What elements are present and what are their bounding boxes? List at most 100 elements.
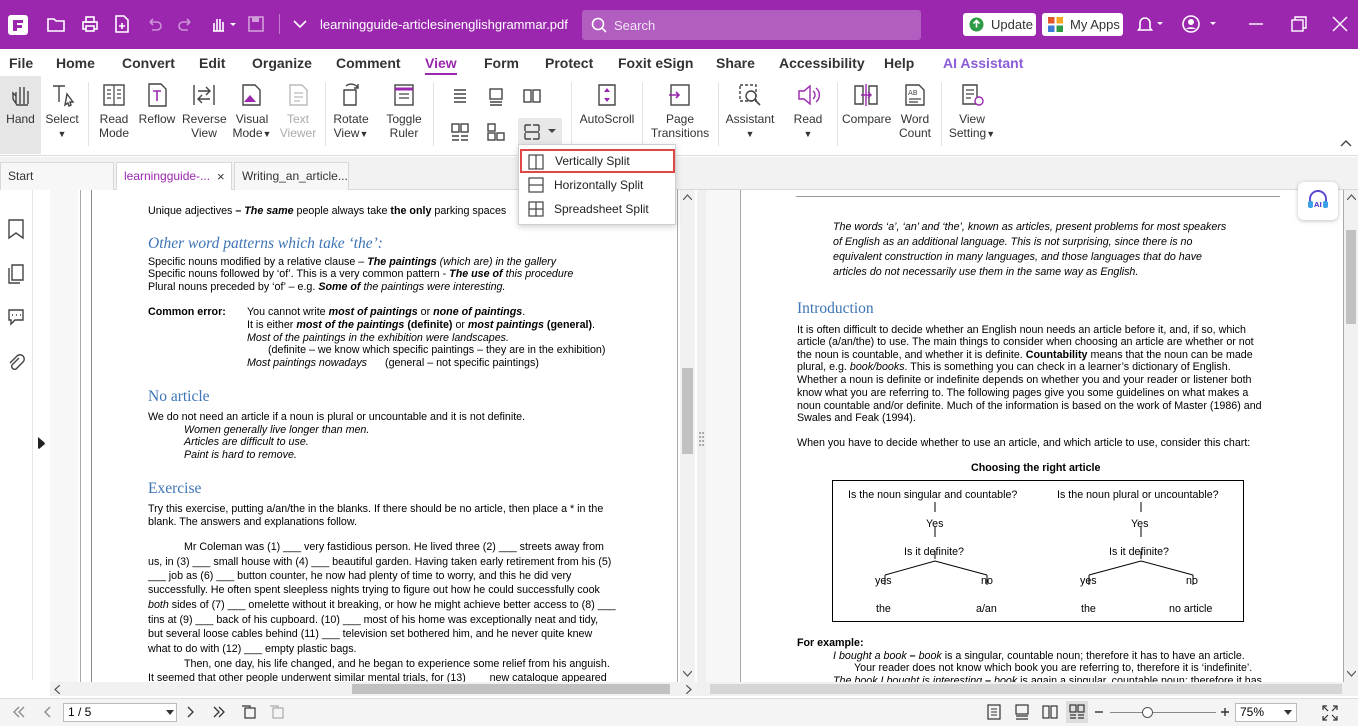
rotate-view-button[interactable]: Rotate View▼	[330, 82, 372, 141]
open-folder-icon[interactable]	[46, 14, 66, 34]
visual-mode-button[interactable]: Visual Mode▼	[230, 82, 274, 141]
attachment-icon[interactable]	[7, 353, 25, 375]
save-icon[interactable]	[246, 14, 266, 34]
scroll-up-arrow-icon[interactable]	[1347, 194, 1356, 200]
menu-home[interactable]: Home	[56, 55, 95, 71]
continuous-page-icon[interactable]	[486, 86, 506, 106]
facing-pages-icon[interactable]	[522, 86, 542, 106]
facing-view-icon[interactable]	[1042, 704, 1058, 720]
h-scroll-thumb[interactable]	[352, 684, 670, 694]
h-scroll-thumb[interactable]	[710, 684, 1342, 694]
print-icon[interactable]	[80, 14, 100, 34]
next-view-icon[interactable]	[268, 704, 286, 720]
hand-tool-icon[interactable]	[208, 14, 238, 34]
update-button[interactable]: Update	[963, 13, 1036, 36]
scroll-up-arrow-icon[interactable]	[683, 194, 692, 200]
redo-icon[interactable]	[176, 14, 196, 34]
tab-writing-an-article[interactable]: Writing_an_article...	[234, 162, 349, 190]
menu-comment[interactable]: Comment	[336, 55, 401, 71]
restore-icon[interactable]	[1289, 14, 1309, 34]
menu-form[interactable]: Form	[484, 55, 519, 71]
view-setting-button[interactable]: View Setting▼	[946, 82, 998, 141]
right-horizontal-scrollbar[interactable]	[706, 682, 1358, 696]
tab-learningguide[interactable]: learningguide-... ×	[116, 162, 232, 191]
menu-accessibility[interactable]: Accessibility	[779, 55, 865, 71]
assistant-button[interactable]: Assistant ▼	[724, 82, 776, 141]
collapse-ribbon-icon[interactable]	[1340, 138, 1352, 148]
toggle-ruler-button[interactable]: Toggle Ruler	[383, 82, 425, 140]
vertically-split-option[interactable]: Vertically Split	[520, 149, 675, 173]
continuous-facing-icon[interactable]	[450, 122, 470, 142]
single-page-view-icon[interactable]	[986, 704, 1002, 720]
scroll-thumb[interactable]	[682, 368, 693, 454]
menu-edit[interactable]: Edit	[199, 55, 225, 71]
word-count-button[interactable]: AB Word Count	[896, 82, 934, 140]
text-viewer-button[interactable]: Text Viewer	[278, 82, 318, 140]
continuous-view-icon[interactable]	[1014, 704, 1030, 720]
scroll-thumb[interactable]	[1346, 230, 1356, 324]
menu-share[interactable]: Share	[716, 55, 755, 71]
exercise-line: us, in (3) ___ small house with (4) ___ …	[148, 556, 612, 568]
thumbnails-icon[interactable]	[7, 263, 25, 285]
previous-view-icon[interactable]	[240, 704, 258, 720]
full-screen-icon[interactable]	[1322, 705, 1338, 721]
split-divider[interactable]	[697, 190, 706, 696]
page-number-field[interactable]: 1 / 5	[63, 703, 177, 722]
zoom-slider-knob[interactable]	[1142, 707, 1153, 718]
menu-ai-assistant[interactable]: AI Assistant	[943, 55, 1023, 71]
menu-view[interactable]: View	[425, 55, 457, 75]
my-apps-button[interactable]: My Apps	[1042, 13, 1123, 36]
split-view-button[interactable]	[518, 118, 562, 146]
zoom-in-icon[interactable]	[1220, 707, 1230, 717]
next-page-icon[interactable]	[186, 706, 196, 718]
autoscroll-button[interactable]: AutoScroll	[577, 82, 637, 126]
search-box[interactable]: Search	[582, 10, 921, 40]
menu-organize[interactable]: Organize	[252, 55, 312, 71]
comments-icon[interactable]	[7, 307, 25, 327]
last-page-icon[interactable]	[212, 706, 226, 718]
read-button[interactable]: Read ▼	[786, 82, 830, 141]
zoom-level-field[interactable]: 75%	[1235, 703, 1297, 722]
reverse-view-button[interactable]: Reverse View	[182, 82, 227, 140]
minimize-icon[interactable]	[1246, 14, 1266, 34]
compare-button[interactable]: Compare	[842, 82, 891, 126]
reflow-button[interactable]: Reflow	[138, 82, 176, 126]
foxit-logo-icon[interactable]	[8, 15, 28, 35]
expand-panel-arrow[interactable]	[37, 436, 46, 450]
undo-icon[interactable]	[144, 14, 164, 34]
hand-button[interactable]: Hand	[2, 82, 39, 126]
scroll-down-arrow-icon[interactable]	[1347, 671, 1356, 677]
scroll-right-arrow-icon[interactable]	[686, 685, 692, 694]
select-button[interactable]: Select ▼	[44, 82, 80, 141]
bookmark-icon[interactable]	[7, 218, 25, 240]
horizontally-split-option[interactable]: Horizontally Split	[520, 173, 675, 197]
menu-help[interactable]: Help	[884, 55, 914, 71]
spreadsheet-split-option[interactable]: Spreadsheet Split	[520, 197, 675, 221]
left-horizontal-scrollbar[interactable]	[50, 682, 697, 696]
new-file-icon[interactable]	[112, 14, 132, 34]
right-vertical-scrollbar[interactable]	[1344, 190, 1358, 682]
menu-file[interactable]: File	[9, 55, 33, 71]
notification-bell-icon[interactable]	[1135, 14, 1165, 34]
single-page-icon[interactable]	[450, 86, 470, 106]
menu-protect[interactable]: Protect	[545, 55, 593, 71]
zoom-slider[interactable]	[1110, 707, 1216, 718]
zoom-out-icon[interactable]	[1094, 707, 1104, 717]
previous-page-icon[interactable]	[42, 706, 52, 718]
first-page-icon[interactable]	[12, 706, 26, 718]
customize-dropdown-icon[interactable]	[290, 14, 310, 34]
account-icon[interactable]	[1182, 14, 1220, 34]
menu-foxit-esign[interactable]: Foxit eSign	[618, 55, 693, 71]
scroll-left-arrow-icon[interactable]	[54, 685, 60, 694]
read-mode-button[interactable]: Read Mode	[96, 82, 132, 140]
close-window-icon[interactable]	[1330, 14, 1350, 34]
left-vertical-scrollbar[interactable]	[680, 190, 695, 682]
ai-assistant-float-button[interactable]: AI	[1298, 182, 1338, 220]
cover-page-icon[interactable]	[486, 122, 506, 142]
continuous-facing-view-icon[interactable]	[1066, 701, 1088, 723]
scroll-down-arrow-icon[interactable]	[683, 671, 692, 677]
tab-start[interactable]: Start	[0, 162, 114, 190]
close-tab-icon[interactable]: ×	[217, 163, 225, 190]
page-transitions-button[interactable]: Page Transitions	[648, 82, 712, 140]
menu-convert[interactable]: Convert	[122, 55, 175, 71]
